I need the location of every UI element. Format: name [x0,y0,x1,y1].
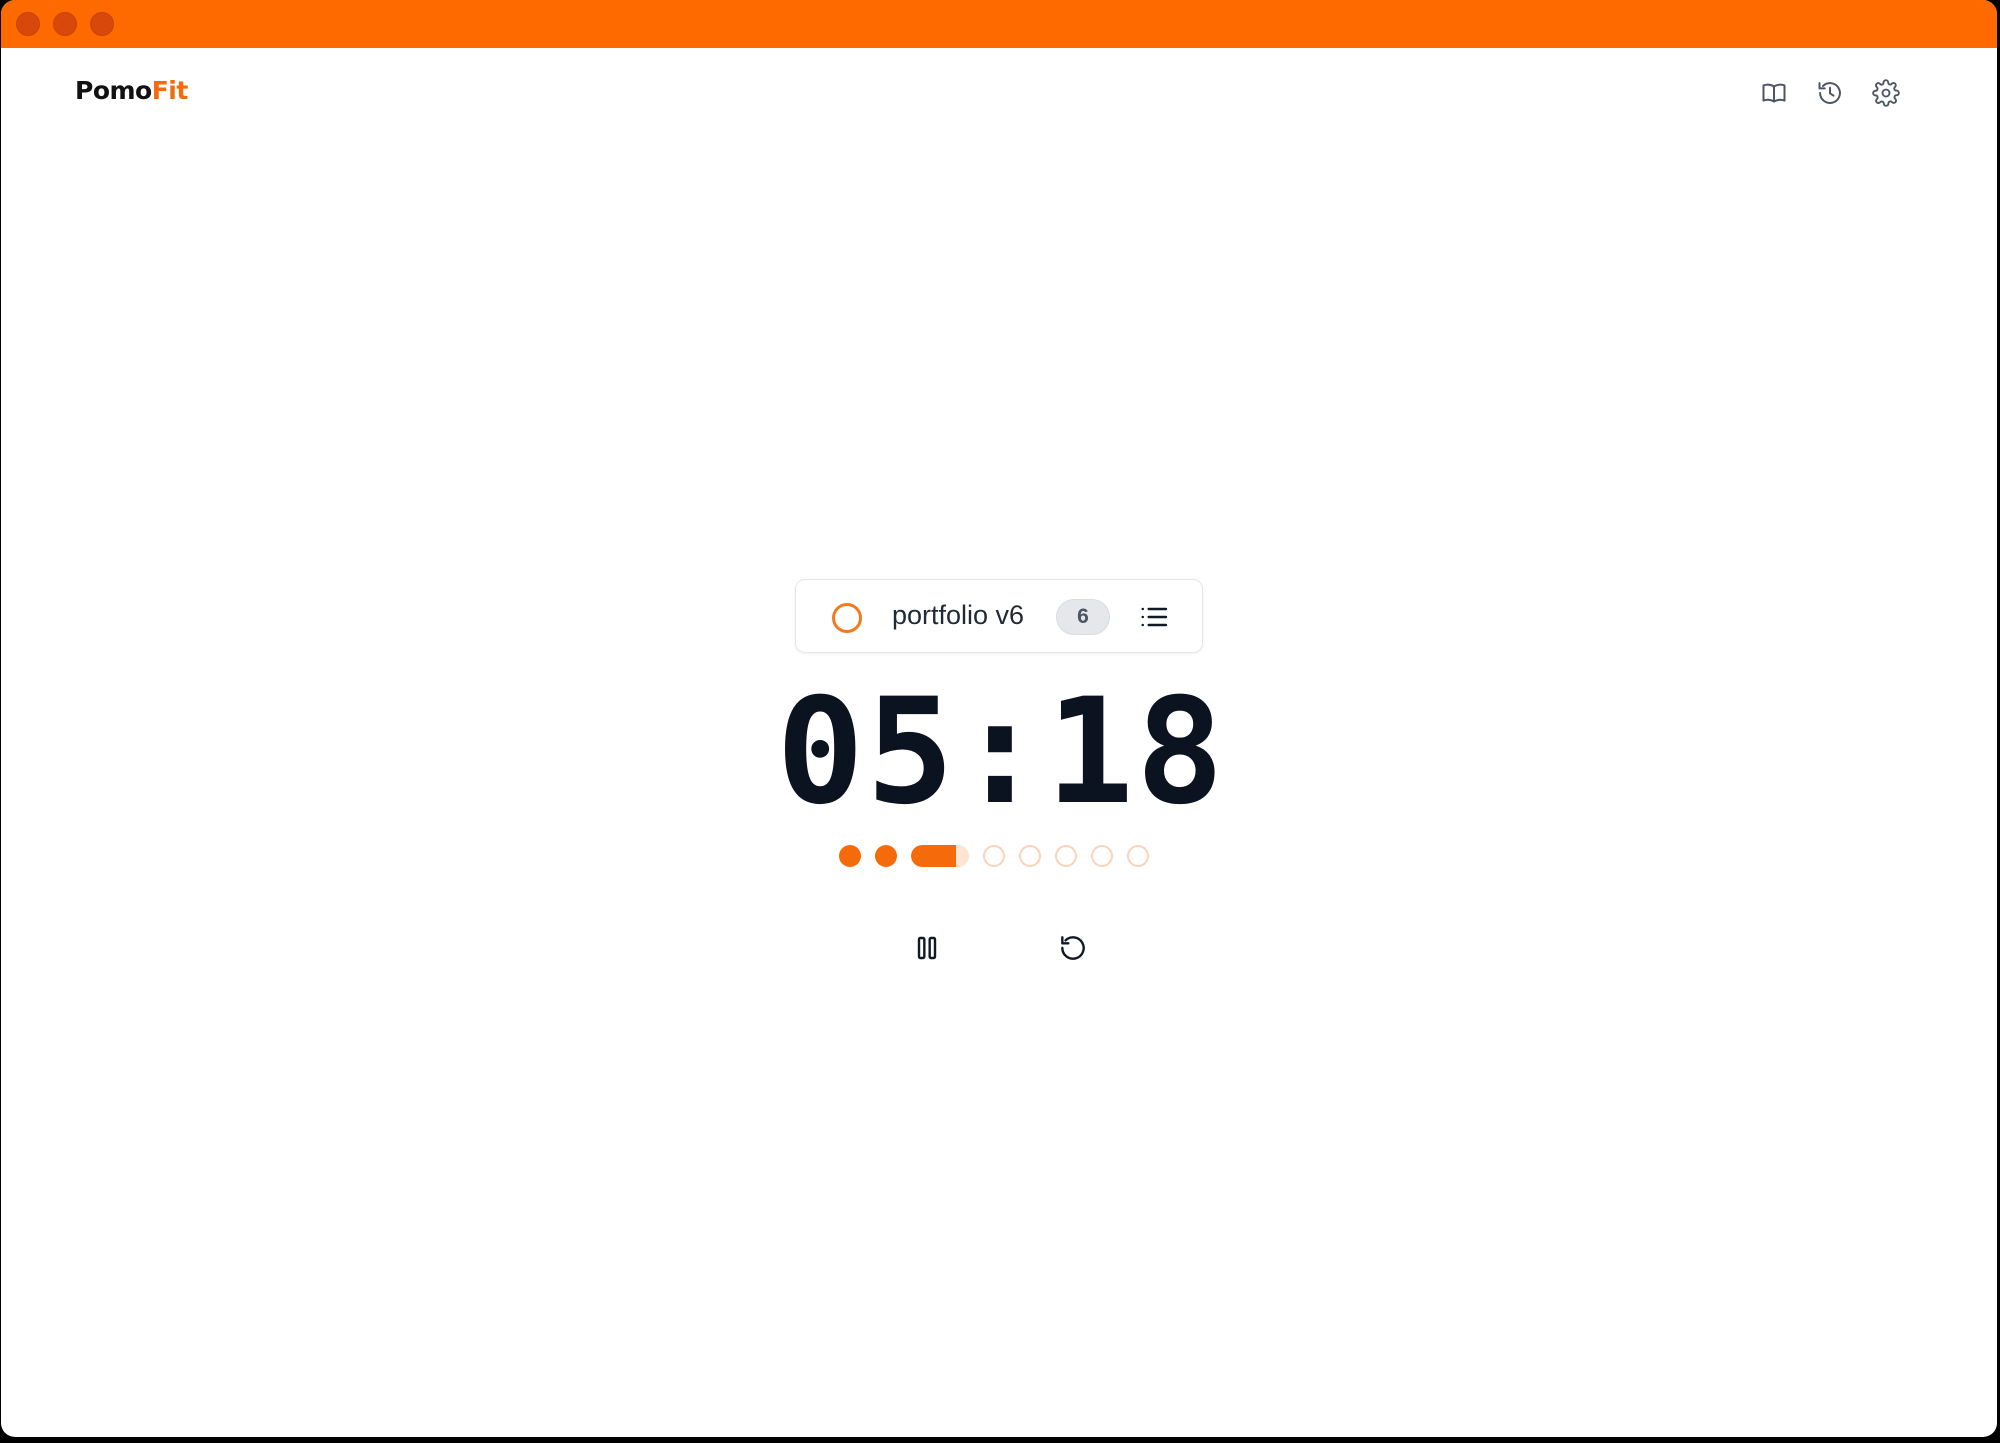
session-dot-completed [875,845,897,867]
session-dot-pending [983,845,1005,867]
session-dot-pending [1055,845,1077,867]
session-dot-pending [1019,845,1041,867]
session-progress [839,845,1149,867]
logo-text-pomo: Pomo [75,76,152,105]
task-name[interactable]: portfolio v6 [892,600,1024,631]
book-icon [1762,83,1786,103]
maximize-window-button[interactable] [90,12,114,36]
session-dot-pending [1127,845,1149,867]
gear-icon [1872,79,1900,107]
session-dot-current [911,845,969,867]
session-current-fill [911,845,957,867]
title-bar [1,0,1997,48]
app-logo: PomoFit [75,76,188,105]
history-button[interactable] [1815,78,1845,108]
task-complete-checkbox[interactable] [832,603,862,633]
task-list-button[interactable] [1138,601,1170,633]
session-dot-completed [839,845,861,867]
header-actions [1759,78,1901,108]
session-dot-pending [1091,845,1113,867]
list-icon [1141,607,1168,627]
logo-text-fit: Fit [151,76,189,105]
reset-icon [1061,936,1085,960]
minimize-window-button[interactable] [53,12,77,36]
current-task-card: portfolio v6 6 [795,579,1203,653]
app-window: PomoFit portfolio v6 6 05:18 [1,0,1997,1437]
settings-button[interactable] [1871,78,1901,108]
close-window-button[interactable] [16,12,40,36]
pause-icon [917,936,937,960]
reset-button[interactable] [1055,930,1091,966]
guide-button[interactable] [1759,78,1789,108]
timer-display: 05:18 [776,667,1226,837]
pause-button[interactable] [909,930,945,966]
task-count-badge: 6 [1056,599,1110,635]
history-icon [1818,82,1841,104]
